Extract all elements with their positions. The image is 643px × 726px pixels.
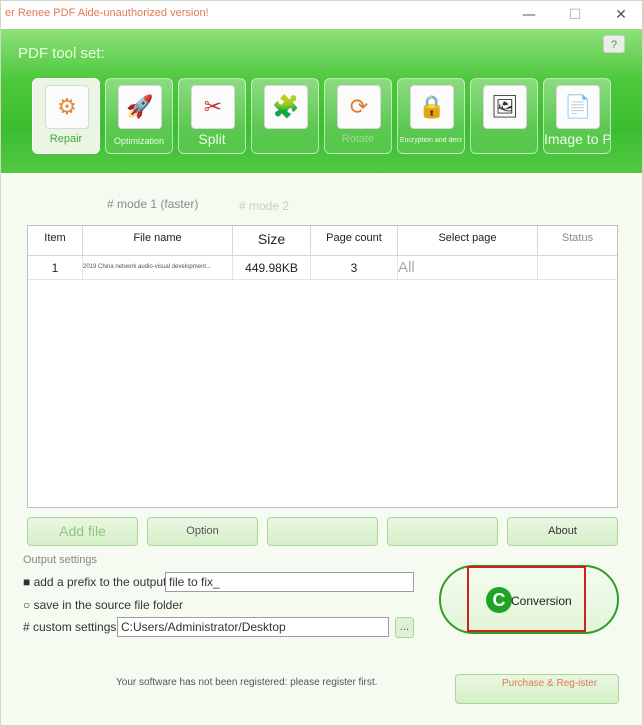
tool-label: Repair <box>49 133 83 145</box>
cell-file-name: 2019 China network audio-visual developm… <box>83 256 233 280</box>
source-folder-radio[interactable]: ○ save in the source file folder <box>23 598 183 612</box>
browse-button[interactable]: ... <box>395 617 414 638</box>
help-icon[interactable]: ? <box>603 35 625 53</box>
rocket-icon: 🚀 <box>118 85 162 129</box>
add-file-button[interactable]: Add file <box>27 517 138 546</box>
toolset-label: PDF tool set: <box>18 45 105 62</box>
merge-puzzle-icon: 🧩 <box>264 85 308 129</box>
tool-rotate[interactable]: ⟳ Rotate <box>324 78 392 154</box>
mode-1-radio[interactable]: # mode 1 (faster) <box>107 197 198 211</box>
purchase-register-button[interactable]: Purchase & Reg-ister <box>455 674 619 704</box>
title-bar: er Renee PDF Aide-unauthorized version! … <box>1 1 642 29</box>
cell-page-count: 3 <box>311 256 398 280</box>
tool-optimization[interactable]: 🚀 Optimization <box>105 78 173 154</box>
column-header-file-name[interactable]: File name <box>83 226 233 256</box>
tool-label: Image to PDF <box>544 131 610 147</box>
output-path-input[interactable] <box>117 617 389 637</box>
rotate-icon: ⟳ <box>337 85 381 129</box>
convert-icon: C <box>486 587 512 613</box>
action-button-3[interactable] <box>267 517 378 546</box>
tool-split[interactable]: ✂ Split <box>178 78 246 154</box>
prefix-input[interactable] <box>165 572 414 592</box>
table-row[interactable]: 1 2019 China network audio-visual develo… <box>28 256 617 280</box>
cell-item: 1 <box>28 256 83 280</box>
prefix-option-checkbox[interactable]: ■ add a prefix to the output <box>23 575 166 589</box>
tool-image-to-pdf[interactable]: 📄 Image to PDF <box>543 78 611 154</box>
column-header-select-page[interactable]: Select page <box>398 226 538 256</box>
image-icon: 🖼 <box>483 85 527 129</box>
cell-select-page[interactable]: All <box>398 256 538 280</box>
tool-label: Encryption and decr <box>399 137 463 144</box>
tool-image[interactable]: 🖼 <box>470 78 538 154</box>
repair-icon: ⚙ <box>45 85 89 129</box>
scissors-icon: ✂ <box>191 85 235 129</box>
mode-selector: # mode 1 (faster) # mode 2 <box>1 191 642 215</box>
tool-encryption[interactable]: 🔒 Encryption and decr <box>397 78 465 154</box>
tool-label: Split <box>198 131 226 147</box>
close-button[interactable]: ✕ <box>598 1 643 29</box>
tool-header: PDF tool set: ? ⚙ Repair 🚀 Optimization … <box>1 29 642 173</box>
file-table: Item File name Size Page count Select pa… <box>27 225 618 508</box>
table-header: Item File name Size Page count Select pa… <box>28 226 617 256</box>
column-header-item[interactable]: Item <box>28 226 83 256</box>
tool-label: Rotate <box>341 133 375 145</box>
about-button[interactable]: About <box>507 517 618 546</box>
jpg-to-pdf-icon: 📄 <box>556 85 600 129</box>
column-header-status[interactable]: Status <box>538 226 617 256</box>
maximize-button[interactable]: ☐ <box>552 1 598 29</box>
custom-settings-radio[interactable]: # custom settings <box>23 620 116 634</box>
minimize-button[interactable]: — <box>506 1 552 29</box>
mode-2-radio[interactable]: # mode 2 <box>239 199 289 213</box>
lock-folder-icon: 🔒 <box>410 85 454 129</box>
registration-notice: Your software has not been registered: p… <box>116 677 378 688</box>
app-window: er Renee PDF Aide-unauthorized version! … <box>0 0 643 726</box>
output-settings-label: Output settings <box>23 554 97 566</box>
select-page-value: All <box>398 259 415 276</box>
tool-merge[interactable]: 🧩 <box>251 78 319 154</box>
column-header-page-count[interactable]: Page count <box>311 226 398 256</box>
cell-status <box>538 256 617 280</box>
column-header-size[interactable]: Size <box>233 226 311 256</box>
cell-size: 449.98KB <box>233 256 311 280</box>
conversion-label: Conversion <box>511 594 572 608</box>
option-button[interactable]: Option <box>147 517 258 546</box>
tool-label: Optimization <box>113 136 165 146</box>
tool-repair[interactable]: ⚙ Repair <box>32 78 100 154</box>
window-title: er Renee PDF Aide-unauthorized version! <box>5 7 209 19</box>
action-button-4[interactable] <box>387 517 498 546</box>
